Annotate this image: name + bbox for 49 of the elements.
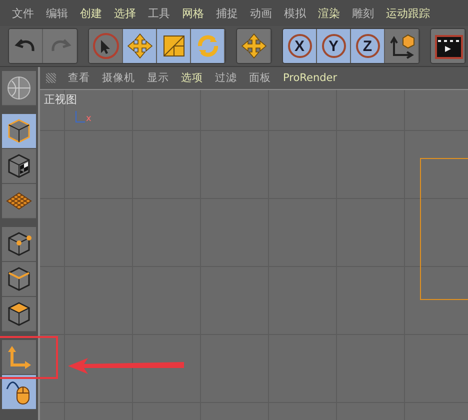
menu-item[interactable]: 面板 [243, 71, 277, 85]
menu-item[interactable]: 捕捉 [210, 6, 244, 20]
menu-item[interactable]: 渲染 [312, 6, 346, 20]
menu-item[interactable]: 摄像机 [96, 71, 141, 85]
menu-item[interactable]: 模拟 [278, 6, 312, 20]
move-button[interactable] [123, 29, 157, 63]
axis-lock-icon: Y [322, 34, 346, 58]
globe-icon [5, 74, 33, 102]
menu-item[interactable]: 选项 [175, 71, 209, 85]
polygons-mode-button[interactable] [2, 297, 36, 332]
texture-mode-button[interactable] [2, 149, 36, 184]
edges-mode-button[interactable] [2, 262, 36, 297]
view-name: 正视图 [44, 92, 77, 107]
model-mode-button[interactable] [2, 114, 36, 149]
workplane-mode-button[interactable] [2, 184, 36, 219]
menu-item[interactable]: 选择 [108, 6, 142, 20]
grip-icon [46, 73, 56, 83]
menu-item[interactable]: 创建 [74, 6, 108, 20]
menu-item[interactable]: 动画 [244, 6, 278, 20]
axis-lock-icon: X [288, 34, 312, 58]
menu-item[interactable]: 显示 [141, 71, 175, 85]
axis-arrows-icon [6, 344, 32, 370]
axis-lock-button[interactable]: X [283, 29, 317, 63]
points-mode-button[interactable] [2, 227, 36, 262]
menu-item[interactable]: 查看 [62, 71, 96, 85]
menu-item[interactable]: 运动跟踪 [380, 6, 436, 20]
menu-item[interactable]: 编辑 [40, 6, 74, 20]
scale-button[interactable] [157, 29, 191, 63]
scale-square-icon [160, 33, 186, 59]
axis-lock-button[interactable]: Z [351, 29, 385, 63]
menu-item[interactable]: ProRender [277, 72, 344, 84]
axis-mode-button[interactable] [2, 340, 36, 375]
tweak-mode-button[interactable] [2, 375, 36, 410]
grid-plane-icon [5, 191, 33, 211]
menu-item[interactable]: 雕刻 [346, 6, 380, 20]
axis-cube-icon [388, 32, 416, 60]
menu-item[interactable]: 网格 [176, 6, 210, 20]
select-button[interactable] [89, 29, 123, 63]
axis-lock-icon: Z [356, 34, 380, 58]
axis-label: x [86, 115, 92, 124]
menu-item[interactable]: 工具 [142, 6, 176, 20]
cursor-icon [92, 32, 120, 60]
rotate-button[interactable] [191, 29, 225, 63]
four-way-arrow-icon [126, 32, 154, 60]
menu-item[interactable]: 过滤 [209, 71, 243, 85]
undo-button[interactable] [9, 29, 43, 63]
axis-lock-button[interactable]: Y [317, 29, 351, 63]
menu-item[interactable]: 文件 [6, 6, 40, 20]
sculpt-mode-button[interactable] [2, 71, 36, 106]
